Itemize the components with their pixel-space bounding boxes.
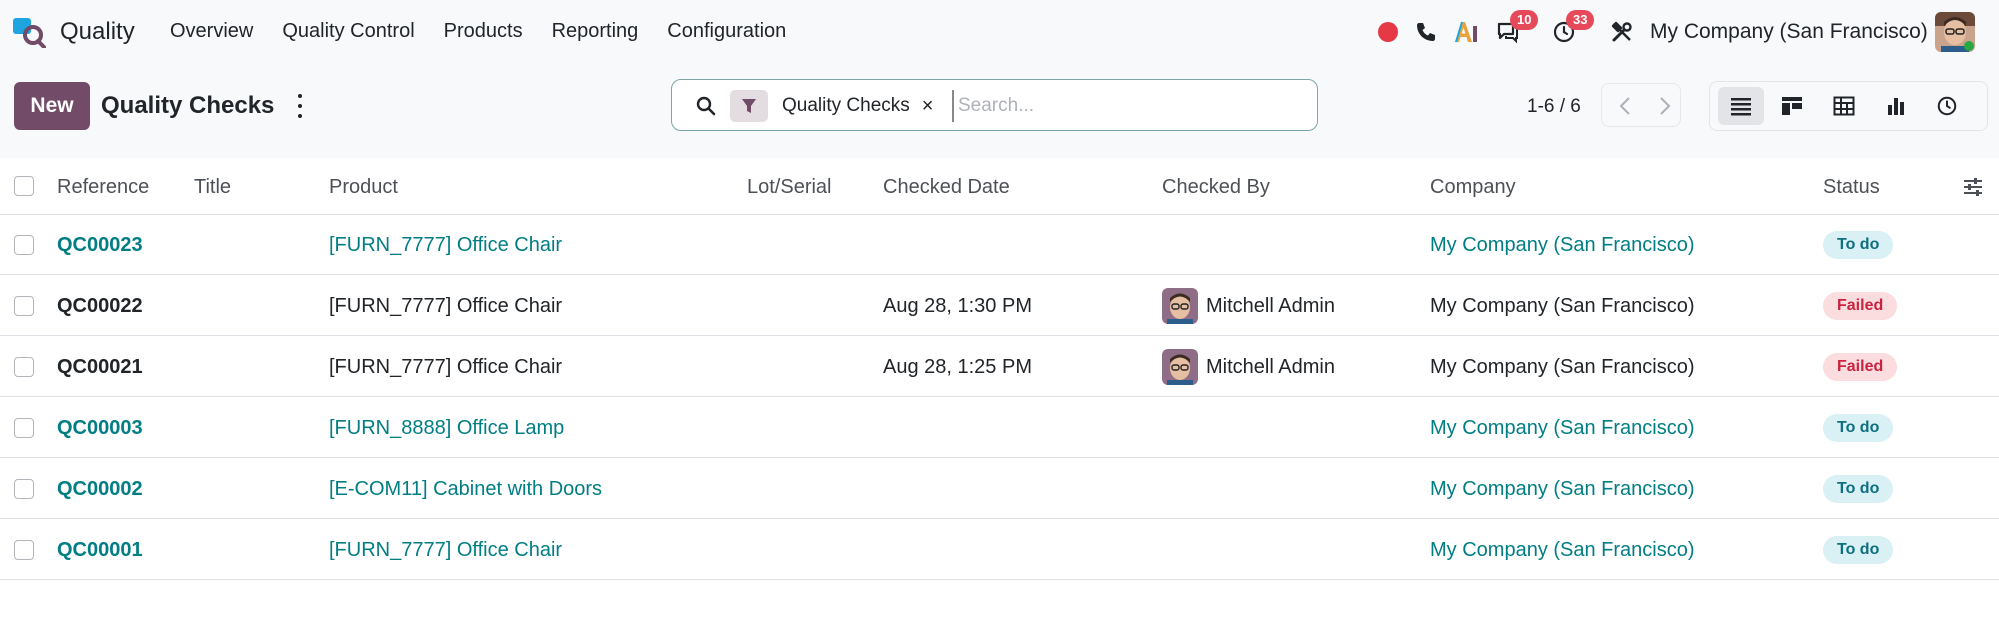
facet-remove-icon[interactable]: × — [922, 95, 934, 118]
table-row[interactable]: QC00022 [FURN_7777] Office Chair Aug 28,… — [0, 276, 1999, 336]
status-badge: To do — [1823, 231, 1894, 259]
actions-kebab-icon[interactable] — [295, 94, 305, 118]
product-cell[interactable]: [FURN_7777] Office Chair — [329, 234, 562, 257]
menu-quality-control[interactable]: Quality Control — [282, 20, 414, 43]
kanban-view-icon[interactable] — [1769, 87, 1815, 125]
row-checkbox[interactable] — [14, 540, 34, 560]
search-facet: Quality Checks × — [730, 89, 933, 123]
column-header-status[interactable]: Status — [1823, 176, 1880, 199]
activities-icon[interactable]: 33 — [1550, 10, 1595, 46]
messages-icon[interactable]: 10 — [1494, 10, 1539, 46]
facet-label: Quality Checks — [782, 95, 910, 116]
menu-products[interactable]: Products — [444, 20, 523, 43]
checked-by-cell[interactable]: Mitchell Admin — [1162, 349, 1335, 385]
checked-date-cell: Aug 28, 1:30 PM — [883, 295, 1032, 317]
app-name[interactable]: Quality — [60, 18, 135, 46]
new-button[interactable]: New — [14, 82, 90, 130]
column-header-reference[interactable]: Reference — [57, 176, 149, 199]
reference-cell[interactable]: QC00003 — [57, 417, 143, 440]
chevron-right-icon[interactable] — [1652, 94, 1676, 118]
column-header-company[interactable]: Company — [1430, 176, 1516, 199]
table-row[interactable]: QC00021 [FURN_7777] Office Chair Aug 28,… — [0, 337, 1999, 397]
phone-icon[interactable] — [1412, 18, 1440, 46]
table-row[interactable]: QC00023 [FURN_7777] Office Chair My Comp… — [0, 215, 1999, 275]
product-cell[interactable]: [E-COM11] Cabinet with Doors — [329, 478, 602, 501]
messages-count-badge: 10 — [1510, 10, 1539, 30]
product-cell[interactable]: [FURN_7777] Office Chair — [329, 356, 562, 379]
table-row[interactable]: QC00002 [E-COM11] Cabinet with Doors My … — [0, 459, 1999, 519]
pivot-view-icon[interactable] — [1821, 87, 1867, 125]
status-badge: To do — [1823, 536, 1894, 564]
list-view-icon[interactable] — [1718, 87, 1764, 125]
column-header-lot-serial[interactable]: Lot/Serial — [747, 176, 832, 199]
search-bar[interactable]: Quality Checks × — [671, 79, 1318, 131]
status-badge: Failed — [1823, 353, 1898, 381]
search-input[interactable] — [952, 90, 1292, 122]
table-header: Reference Title Product Lot/Serial Check… — [0, 158, 1999, 215]
row-checkbox[interactable] — [14, 296, 34, 316]
tools-icon[interactable] — [1608, 18, 1636, 46]
avatar — [1162, 288, 1198, 324]
record-icon[interactable] — [1374, 18, 1402, 46]
reference-cell[interactable]: QC00021 — [57, 356, 143, 379]
top-navbar: Quality Overview Quality Control Product… — [0, 0, 1999, 66]
pager-value[interactable]: 1-6 / 6 — [1527, 96, 1581, 118]
pager-buttons — [1601, 83, 1681, 127]
activities-count-badge: 33 — [1566, 10, 1595, 30]
optional-columns-icon[interactable] — [1962, 176, 1984, 198]
menu-configuration[interactable]: Configuration — [667, 20, 786, 43]
product-cell[interactable]: [FURN_7777] Office Chair — [329, 539, 562, 562]
chevron-left-icon[interactable] — [1614, 94, 1638, 118]
column-header-title[interactable]: Title — [194, 176, 231, 199]
main-menu: Overview Quality Control Products Report… — [170, 20, 815, 43]
menu-reporting[interactable]: Reporting — [552, 20, 639, 43]
column-header-product[interactable]: Product — [329, 176, 398, 199]
filter-icon — [730, 90, 768, 122]
status-badge: Failed — [1823, 292, 1898, 320]
quality-app-icon[interactable] — [12, 16, 46, 48]
checked-by-name: Mitchell Admin — [1206, 294, 1335, 317]
product-cell[interactable]: [FURN_7777] Office Chair — [329, 295, 562, 318]
activity-view-icon[interactable] — [1924, 87, 1970, 125]
company-cell[interactable]: My Company (San Francisco) — [1430, 234, 1695, 257]
column-header-checked-date[interactable]: Checked Date — [883, 176, 1010, 199]
page-title: Quality Checks — [101, 92, 275, 119]
company-cell[interactable]: My Company (San Francisco) — [1430, 295, 1695, 318]
row-checkbox[interactable] — [14, 418, 34, 438]
column-header-checked-by[interactable]: Checked By — [1162, 176, 1270, 199]
company-cell[interactable]: My Company (San Francisco) — [1430, 478, 1695, 501]
company-cell[interactable]: My Company (San Francisco) — [1430, 356, 1695, 379]
reference-cell[interactable]: QC00022 — [57, 295, 143, 318]
row-checkbox[interactable] — [14, 235, 34, 255]
status-badge: To do — [1823, 414, 1894, 442]
ai-icon[interactable] — [1452, 18, 1480, 46]
view-switcher — [1709, 81, 1988, 131]
reference-cell[interactable]: QC00001 — [57, 539, 143, 562]
user-avatar[interactable] — [1935, 12, 1975, 52]
row-checkbox[interactable] — [14, 357, 34, 377]
search-icon[interactable] — [694, 94, 718, 118]
product-cell[interactable]: [FURN_8888] Office Lamp — [329, 417, 564, 440]
graph-view-icon[interactable] — [1873, 87, 1919, 125]
company-cell[interactable]: My Company (San Francisco) — [1430, 417, 1695, 440]
status-badge: To do — [1823, 475, 1894, 503]
checked-by-cell[interactable]: Mitchell Admin — [1162, 288, 1335, 324]
table-row[interactable]: QC00001 [FURN_7777] Office Chair My Comp… — [0, 520, 1999, 580]
row-checkbox[interactable] — [14, 479, 34, 499]
menu-overview[interactable]: Overview — [170, 20, 253, 43]
checked-by-name: Mitchell Admin — [1206, 355, 1335, 378]
reference-cell[interactable]: QC00002 — [57, 478, 143, 501]
checked-date-cell: Aug 28, 1:25 PM — [883, 356, 1032, 378]
avatar — [1162, 349, 1198, 385]
company-switcher[interactable]: My Company (San Francisco) — [1650, 20, 1928, 44]
company-cell[interactable]: My Company (San Francisco) — [1430, 539, 1695, 562]
table-row[interactable]: QC00003 [FURN_8888] Office Lamp My Compa… — [0, 398, 1999, 458]
select-all-checkbox[interactable] — [14, 176, 34, 196]
reference-cell[interactable]: QC00023 — [57, 234, 143, 257]
